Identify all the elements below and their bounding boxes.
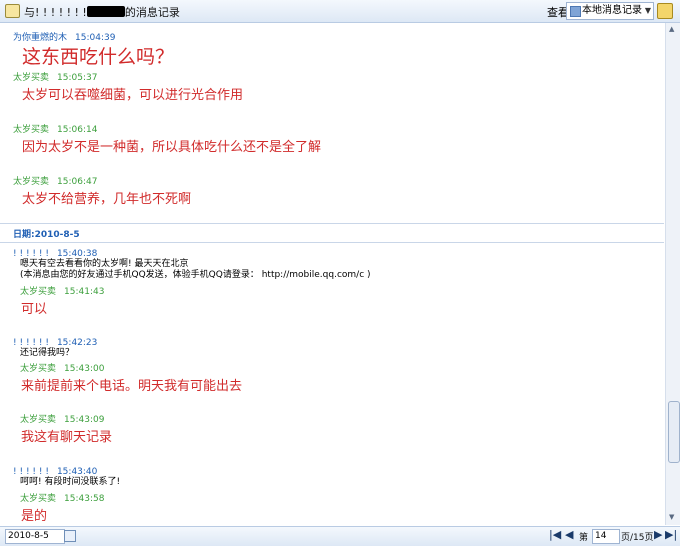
message-header: 为你重燃的木 15:04:39	[13, 29, 115, 43]
first-page-button[interactable]: |◀	[549, 528, 561, 541]
message-time: 15:43:00	[64, 364, 105, 374]
message-text: 可以	[21, 302, 48, 317]
message-header: 太岁买卖 15:43:09	[20, 411, 104, 425]
message-sender: ! ! ! ! ! !	[13, 467, 49, 477]
message-time: 15:43:40	[56, 467, 98, 477]
scroll-up-icon[interactable]: ▲	[669, 25, 674, 33]
calendar-icon[interactable]	[64, 530, 76, 542]
message-header: 太岁买卖 15:06:14	[13, 121, 97, 135]
record-source-value: 本地消息记录	[582, 5, 642, 16]
message-sender: 太岁买卖	[13, 177, 50, 187]
message-text: 这东西吃什么吗？	[22, 46, 175, 68]
message-history: 为你重燃的木 15:04:39 这东西吃什么吗？ 太岁买卖 15:05:37 太岁可…	[0, 23, 664, 525]
message-text: 还记得我吗？	[20, 348, 75, 358]
window-title: 与! ! ! ! ! ! ! 的消息记录	[24, 4, 180, 20]
chevron-down-icon[interactable]: ▼	[645, 3, 651, 19]
message-header: ! ! ! ! ! ! 15:40:38	[13, 245, 97, 259]
message-sender: 太岁买卖	[13, 125, 50, 135]
message-header: 太岁买卖 15:43:58	[20, 490, 104, 504]
message-header: ! ! ! ! ! ! 15:42:23	[13, 334, 97, 348]
message-time: 15:06:47	[57, 177, 98, 187]
redacted-block	[86, 6, 125, 17]
message-sender: 太岁买卖	[20, 364, 57, 374]
message-header: 太岁买卖 15:06:47	[13, 173, 97, 187]
message-time: 15:06:14	[57, 125, 98, 135]
message-sender: 太岁买卖	[20, 287, 57, 297]
message-text: 是的	[21, 509, 48, 524]
date-header: 日期:2010-8-5	[0, 223, 664, 243]
page-count: 页/15页	[621, 533, 654, 543]
message-time: 15:05:37	[57, 73, 98, 83]
page-input[interactable]: 14	[592, 529, 620, 544]
scroll-down-icon[interactable]: ▼	[669, 513, 674, 521]
message-time: 15:40:38	[56, 249, 98, 259]
message-header: ! ! ! ! ! ! 15:43:40	[13, 463, 97, 477]
title-suffix: 的消息记录	[124, 6, 180, 19]
title-contact-name: 与! ! ! ! ! ! !	[24, 6, 87, 19]
message-text: 因为太岁不是一种菌，所以具体吃什么还不是全了解	[22, 140, 322, 155]
status-bar: 2010-8-5 |◀ ◀ 第 14 页/15页 ▶ ▶|	[0, 526, 680, 546]
prev-page-button[interactable]: ◀	[565, 528, 573, 541]
message-header: 太岁买卖 15:05:37	[13, 69, 97, 83]
history-icon	[570, 6, 581, 17]
message-sender: ! ! ! ! ! !	[13, 249, 49, 259]
message-footnote: (本消息由您的好友通过手机QQ发送，体验手机QQ请登录： http://mobi…	[20, 270, 371, 280]
message-text: 太岁不给营养，几年也不死啊	[22, 192, 192, 207]
date-input[interactable]: 2010-8-5	[5, 529, 65, 544]
next-page-button[interactable]: ▶	[654, 528, 662, 541]
message-text: 我这有聊天记录	[21, 430, 113, 445]
page-prefix: 第	[579, 533, 589, 543]
message-sender: 太岁买卖	[20, 415, 57, 425]
message-header: 太岁买卖 15:41:43	[20, 283, 104, 297]
message-text: 嗯天有空去看看你的太岁啊! 最天天在北京	[20, 259, 189, 269]
message-text: 呵呵! 有段时间没联系了!	[20, 477, 121, 487]
chat-log-icon	[5, 4, 20, 18]
export-icon[interactable]	[657, 3, 673, 19]
message-time: 15:41:43	[64, 287, 105, 297]
message-text: 太岁可以吞噬细菌，可以进行光合作用	[22, 88, 244, 103]
last-page-button[interactable]: ▶|	[665, 528, 677, 541]
date-header-label: 日期:2010-8-5	[13, 230, 80, 240]
message-text: 来前提前来个电话。明天我有可能出去	[21, 379, 243, 394]
message-time: 15:42:23	[56, 338, 98, 348]
message-sender: 太岁买卖	[13, 73, 50, 83]
message-time: 15:43:58	[64, 494, 105, 504]
record-source-select[interactable]: 本地消息记录 ▼	[566, 2, 654, 20]
message-sender: 太岁买卖	[20, 494, 57, 504]
title-bar: 与! ! ! ! ! ! ! 的消息记录 查看 本地消息记录 ▼	[0, 0, 680, 23]
message-sender: ! ! ! ! ! !	[13, 338, 49, 348]
scrollbar-thumb[interactable]	[668, 401, 680, 463]
message-header: 太岁买卖 15:43:00	[20, 360, 104, 374]
message-time: 15:43:09	[64, 415, 105, 425]
vertical-scrollbar[interactable]: ▲ ▼	[665, 23, 680, 525]
